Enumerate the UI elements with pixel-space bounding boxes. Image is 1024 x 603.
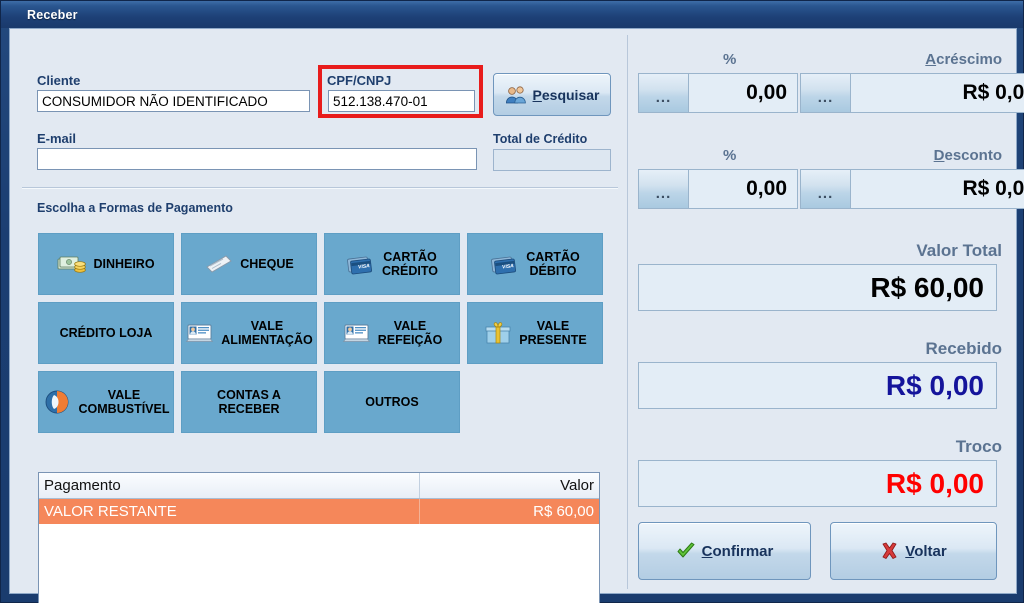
total-credito-label: Total de Crédito <box>493 132 587 146</box>
pay-button-dinheiro[interactable]: DINHEIRO <box>38 233 174 295</box>
debit-card-icon: VISA <box>490 251 520 277</box>
credit-card-icon: VISA <box>346 251 376 277</box>
desconto-value-spinner[interactable]: ... R$ 0,00 <box>800 169 1024 209</box>
pay-button-label: CHEQUE <box>240 257 293 271</box>
close-x-icon <box>880 542 899 560</box>
cliente-input[interactable]: CONSUMIDOR NÃO IDENTIFICADO <box>37 90 310 112</box>
pay-button-label: CARTÃO CRÉDITO <box>382 250 438 278</box>
confirmar-label-rest: onfirmar <box>713 543 774 560</box>
acrescimo-value-spinner[interactable]: ... R$ 0,00 <box>800 73 1024 113</box>
desconto-value[interactable]: R$ 0,00 <box>850 169 1024 209</box>
table-header-row: Pagamento Valor <box>39 473 599 499</box>
pesquisar-label-rest: esquisar <box>542 87 600 103</box>
receber-window: Receber Cliente CONSUMIDOR NÃO IDENTIFIC… <box>0 0 1024 603</box>
cell-valor: R$ 60,00 <box>420 499 599 524</box>
voltar-label-rest: oltar <box>914 543 947 560</box>
valor-total-label: Valor Total <box>916 241 1002 261</box>
pay-button-cartao-credito[interactable]: VISA CARTÃO CRÉDITO <box>324 233 460 295</box>
desconto-percent-spinner[interactable]: ... 0,00 <box>638 169 798 209</box>
pesquisar-label: Pesquisar <box>533 87 600 103</box>
pay-button-cartao-debito[interactable]: VISA CARTÃO DÉBITO <box>467 233 603 295</box>
pay-button-label: CRÉDITO LOJA <box>60 326 153 340</box>
desconto-label: Desconto <box>934 147 1002 164</box>
pay-button-label: VALE PRESENTE <box>519 319 586 347</box>
pay-button-label: CONTAS A RECEBER <box>188 388 310 416</box>
confirmar-label: Confirmar <box>702 543 774 560</box>
acrescimo-value-ellipsis-button[interactable]: ... <box>800 73 850 113</box>
recebido-label: Recebido <box>925 339 1002 359</box>
acrescimo-label-rest: créscimo <box>936 51 1002 68</box>
section-divider <box>22 187 618 188</box>
desconto-percent-ellipsis-button[interactable]: ... <box>638 169 688 209</box>
recebido-value: R$ 0,00 <box>638 362 997 409</box>
pay-button-label: OUTROS <box>365 395 418 409</box>
acrescimo-percent-ellipsis-button[interactable]: ... <box>638 73 688 113</box>
pay-button-vale-refeicao[interactable]: VALE REFEIÇÃO <box>324 302 460 364</box>
pay-button-label: DINHEIRO <box>93 257 154 271</box>
voltar-button[interactable]: Voltar <box>830 522 997 580</box>
payment-methods-grid: DINHEIRO CHEQUE <box>38 233 603 433</box>
acrescimo-label: Acréscimo <box>925 51 1002 68</box>
pesquisar-button[interactable]: Pesquisar <box>493 73 611 116</box>
window-client-area: Cliente CONSUMIDOR NÃO IDENTIFICADO E-ma… <box>9 28 1017 594</box>
cpf-input[interactable]: 512.138.470-01 <box>328 90 475 112</box>
pay-button-label: VALE COMBUSTÍVEL <box>79 388 170 416</box>
pay-button-outros[interactable]: OUTROS <box>324 371 460 433</box>
acrescimo-percent-spinner[interactable]: ... 0,00 <box>638 73 798 113</box>
desconto-percent-label: % <box>723 147 736 164</box>
pay-button-label: VALE REFEIÇÃO <box>378 319 443 347</box>
acrescimo-value[interactable]: R$ 0,00 <box>850 73 1024 113</box>
gift-icon <box>483 320 513 346</box>
pay-button-label: VALE ALIMENTAÇÃO <box>221 319 312 347</box>
column-header-valor: Valor <box>420 473 599 498</box>
window-title-bar: Receber <box>1 1 1023 28</box>
column-header-pagamento: Pagamento <box>39 473 420 498</box>
pay-button-cheque[interactable]: CHEQUE <box>181 233 317 295</box>
email-input[interactable] <box>37 148 477 170</box>
acrescimo-percent-label: % <box>723 51 736 68</box>
desconto-label-rest: esconto <box>944 147 1002 164</box>
cliente-label: Cliente <box>37 73 80 88</box>
total-credito-value <box>493 149 611 171</box>
id-card-icon <box>342 320 372 346</box>
left-pane: Cliente CONSUMIDOR NÃO IDENTIFICADO E-ma… <box>10 29 627 593</box>
troco-label: Troco <box>956 437 1002 457</box>
id-card-icon <box>185 320 215 346</box>
payment-table[interactable]: Pagamento Valor VALOR RESTANTE R$ 60,00 <box>38 472 600 603</box>
money-icon <box>57 251 87 277</box>
cell-pagamento: VALOR RESTANTE <box>39 499 420 524</box>
pay-button-vale-alimentacao[interactable]: VALE ALIMENTAÇÃO <box>181 302 317 364</box>
check-icon <box>676 542 696 560</box>
confirmar-button[interactable]: Confirmar <box>638 522 811 580</box>
email-label: E-mail <box>37 131 76 146</box>
troco-value: R$ 0,00 <box>638 460 997 507</box>
payment-methods-title: Escolha a Formas de Pagamento <box>37 201 233 215</box>
pay-button-vale-combustivel[interactable]: VALE COMBUSTÍVEL <box>38 371 174 433</box>
table-row[interactable]: VALOR RESTANTE R$ 60,00 <box>39 499 599 524</box>
cpf-label: CPF/CNPJ <box>327 73 391 88</box>
right-pane: % Acréscimo ... 0,00 ... R$ 0,00 % Desco… <box>628 29 1016 593</box>
fuel-icon <box>43 389 73 415</box>
cheque-icon <box>204 251 234 277</box>
pay-button-contas-a-receber[interactable]: CONTAS A RECEBER <box>181 371 317 433</box>
pay-button-label: CARTÃO DÉBITO <box>526 250 579 278</box>
pay-button-credito-loja[interactable]: CRÉDITO LOJA <box>38 302 174 364</box>
desconto-percent-value[interactable]: 0,00 <box>688 169 798 209</box>
people-search-icon <box>505 85 527 105</box>
pay-button-vale-presente[interactable]: VALE PRESENTE <box>467 302 603 364</box>
valor-total-value: R$ 60,00 <box>638 264 997 311</box>
acrescimo-percent-value[interactable]: 0,00 <box>688 73 798 113</box>
window-title: Receber <box>27 8 78 22</box>
voltar-label: Voltar <box>905 543 946 560</box>
desconto-value-ellipsis-button[interactable]: ... <box>800 169 850 209</box>
